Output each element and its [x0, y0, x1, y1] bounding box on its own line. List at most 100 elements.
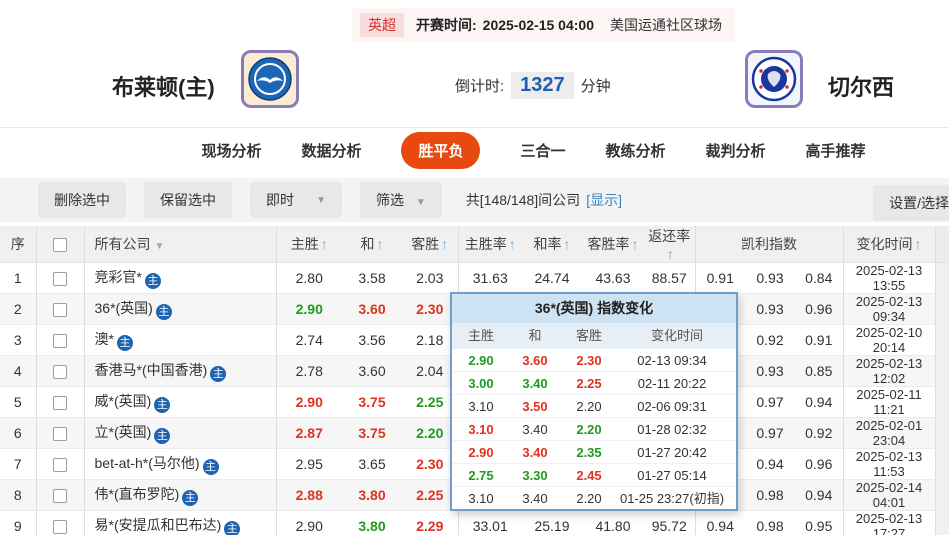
kelly-index: 0.92 — [745, 325, 795, 356]
tab-item[interactable]: 教练分析 — [606, 140, 666, 161]
company-name[interactable]: 立*(英国)主 — [84, 418, 276, 449]
row-checkbox[interactable] — [53, 427, 67, 441]
popup-away-odds: 2.20 — [560, 487, 618, 510]
tab-item[interactable]: 裁判分析 — [706, 140, 766, 161]
row-checkbox[interactable] — [53, 489, 67, 503]
home-odds[interactable]: 2.87 — [276, 418, 342, 449]
draw-odds[interactable]: 3.60 — [342, 356, 402, 387]
popup-change-time: 02-13 09:34 — [618, 349, 736, 372]
tab-active[interactable]: 胜平负 — [401, 132, 480, 169]
tab-item[interactable]: 现场分析 — [201, 140, 261, 161]
draw-odds[interactable]: 3.58 — [342, 263, 402, 294]
company-name[interactable]: 威*(英国)主 — [84, 387, 276, 418]
filter-button[interactable]: 筛选 ▼ — [360, 182, 442, 218]
home-odds[interactable]: 2.90 — [276, 387, 342, 418]
away-odds[interactable]: 2.29 — [402, 511, 458, 535]
tab-item[interactable]: 三合一 — [520, 140, 565, 161]
table-toolbar: 删除选中 保留选中 即时 ▼ 筛选 ▼ 共[148/148]间公司 [显示] 设… — [0, 178, 949, 222]
return-rate: 95.72 — [644, 511, 695, 535]
popup-draw-odds: 3.40 — [510, 372, 560, 395]
home-odds[interactable]: 2.74 — [276, 325, 342, 356]
company-label: 36*(英国) — [95, 300, 153, 316]
col-header-away-win[interactable]: 客胜↑ — [402, 226, 458, 263]
draw-odds[interactable]: 3.56 — [342, 325, 402, 356]
away-rate: 43.63 — [582, 263, 644, 294]
kelly-index: 0.94 — [695, 511, 745, 535]
row-checkbox[interactable] — [53, 365, 67, 379]
row-checkbox-cell — [36, 511, 84, 535]
row-checkbox[interactable] — [53, 520, 67, 534]
home-odds[interactable]: 2.95 — [276, 449, 342, 480]
popup-home-odds: 2.90 — [452, 349, 510, 372]
company-name[interactable]: 伟*(直布罗陀)主 — [84, 480, 276, 511]
col-header-away-rate[interactable]: 客胜率↑ — [582, 226, 644, 263]
kelly-index: 0.94 — [795, 387, 843, 418]
kelly-index: 0.97 — [745, 418, 795, 449]
company-label: 威*(英国) — [95, 393, 152, 409]
settings-select-button[interactable]: 设置/选择 — [873, 185, 949, 221]
home-odds[interactable]: 2.80 — [276, 263, 342, 294]
col-header-company[interactable]: 所有公司▼ — [84, 226, 276, 263]
popup-change-time: 01-27 20:42 — [618, 441, 736, 464]
draw-odds[interactable]: 3.75 — [342, 418, 402, 449]
tab-item[interactable]: 数据分析 — [301, 140, 361, 161]
col-header-draw[interactable]: 和↑ — [342, 226, 402, 263]
show-companies-link[interactable]: [显示] — [586, 190, 622, 210]
away-odds[interactable]: 2.03 — [402, 263, 458, 294]
row-checkbox[interactable] — [53, 458, 67, 472]
row-checkbox[interactable] — [53, 334, 67, 348]
draw-odds[interactable]: 3.80 — [342, 480, 402, 511]
col-header-return-rate[interactable]: 返还率↑ — [644, 226, 695, 263]
company-name[interactable]: 竞彩官*主 — [84, 263, 276, 294]
row-checkbox[interactable] — [53, 303, 67, 317]
col-header-home-rate[interactable]: 主胜率↑ — [458, 226, 522, 263]
row-index: 9 — [0, 511, 36, 535]
keep-selected-button[interactable]: 保留选中 — [144, 182, 232, 218]
company-name[interactable]: 36*(英国)主 — [84, 294, 276, 325]
popup-draw-odds: 3.40 — [510, 418, 560, 441]
row-index: 8 — [0, 480, 36, 511]
sort-asc-icon: ↑ — [377, 236, 384, 252]
company-name[interactable]: 易*(安提瓜和巴布达)主 — [84, 511, 276, 535]
countdown-label: 倒计时: — [455, 75, 504, 96]
select-all-checkbox[interactable] — [53, 238, 67, 252]
home-odds[interactable]: 2.90 — [276, 511, 342, 535]
row-checkbox[interactable] — [53, 272, 67, 286]
countdown-unit: 分钟 — [581, 75, 611, 96]
draw-odds[interactable]: 3.75 — [342, 387, 402, 418]
popup-away-odds: 2.30 — [560, 349, 618, 372]
col-header-change-time[interactable]: 变化时间↑ — [843, 226, 935, 263]
draw-odds[interactable]: 3.80 — [342, 511, 402, 535]
delete-selected-button[interactable]: 删除选中 — [38, 182, 126, 218]
popup-col-time: 变化时间 — [618, 323, 736, 348]
home-team-name: 布莱顿(主) — [112, 70, 215, 102]
odds-mode-select[interactable]: 即时 ▼ — [250, 182, 342, 218]
popup-odds-row: 2.903.602.3002-13 09:34 — [452, 348, 736, 371]
popup-draw-odds: 3.30 — [510, 464, 560, 487]
row-checkbox-cell — [36, 294, 84, 325]
venue-name: 美国运通社区球场 — [610, 15, 722, 35]
home-odds[interactable]: 2.88 — [276, 480, 342, 511]
home-odds[interactable]: 2.78 — [276, 356, 342, 387]
col-header-draw-rate[interactable]: 和率↑ — [522, 226, 582, 263]
company-name[interactable]: 澳*主 — [84, 325, 276, 356]
draw-odds[interactable]: 3.60 — [342, 294, 402, 325]
popup-home-odds: 3.10 — [452, 487, 510, 510]
home-odds[interactable]: 2.90 — [276, 294, 342, 325]
popup-col-away: 客胜 — [560, 323, 618, 348]
tab-item[interactable]: 高手推荐 — [806, 140, 866, 161]
draw-rate: 24.74 — [522, 263, 582, 294]
draw-odds[interactable]: 3.65 — [342, 449, 402, 480]
company-name[interactable]: 香港马*(中国香港)主 — [84, 356, 276, 387]
row-index: 6 — [0, 418, 36, 449]
popup-home-odds: 2.90 — [452, 441, 510, 464]
popup-col-draw: 和 — [510, 323, 560, 348]
row-checkbox[interactable] — [53, 396, 67, 410]
popup-away-odds: 2.20 — [560, 418, 618, 441]
row-index: 5 — [0, 387, 36, 418]
extra-cell — [935, 356, 949, 387]
company-name[interactable]: bet-at-h*(马尔他)主 — [84, 449, 276, 480]
kelly-index: 0.98 — [745, 480, 795, 511]
row-index: 1 — [0, 263, 36, 294]
col-header-home-win[interactable]: 主胜↑ — [276, 226, 342, 263]
